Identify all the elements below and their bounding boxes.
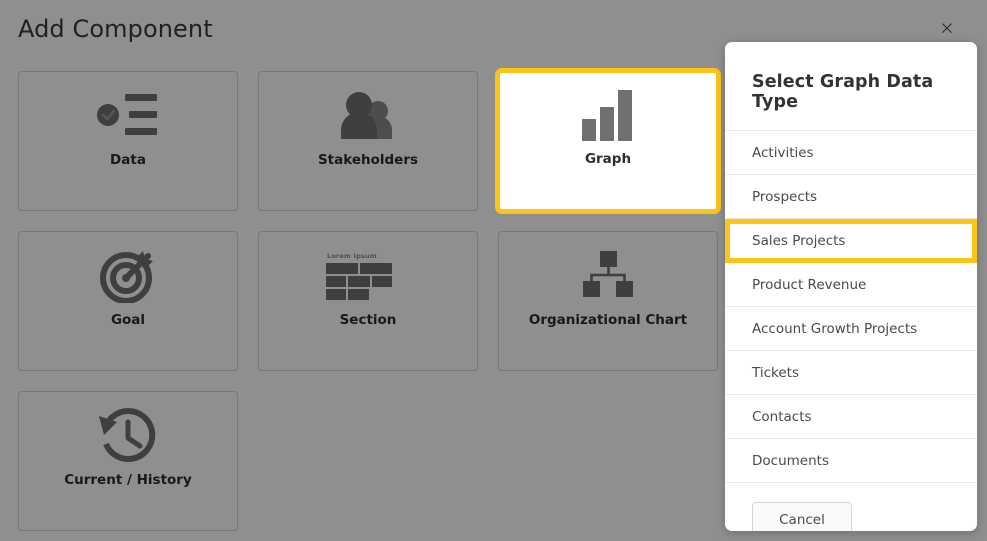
option-sales-projects[interactable]: Sales Projects xyxy=(725,219,977,263)
popover-title: Select Graph Data Type xyxy=(725,42,977,131)
page-right-gutter xyxy=(977,0,987,541)
component-card-graph[interactable]: Graph xyxy=(495,68,721,214)
option-label: Documents xyxy=(752,452,829,469)
option-product-revenue[interactable]: Product Revenue xyxy=(725,263,977,307)
option-tickets[interactable]: Tickets xyxy=(725,351,977,395)
component-card-goal[interactable]: Goal xyxy=(18,231,238,371)
option-label: Prospects xyxy=(752,188,818,205)
component-card-section[interactable]: Lorem Ipsum Section xyxy=(258,231,478,371)
component-card-stakeholders[interactable]: Stakeholders xyxy=(258,71,478,211)
checklist-icon xyxy=(19,72,237,152)
component-card-organizational-chart[interactable]: Organizational Chart xyxy=(498,231,718,371)
page-title: Add Component xyxy=(18,15,213,43)
component-card-label: Current / History xyxy=(64,472,192,488)
option-label: Product Revenue xyxy=(752,276,867,293)
option-documents[interactable]: Documents xyxy=(725,439,977,483)
option-label: Activities xyxy=(752,144,814,161)
component-card-data[interactable]: Data xyxy=(18,71,238,211)
component-card-label: Section xyxy=(339,312,397,328)
component-card-current-history[interactable]: Current / History xyxy=(18,391,238,531)
component-card-label: Data xyxy=(110,152,146,168)
history-icon xyxy=(19,392,237,472)
component-card-label: Goal xyxy=(110,312,146,328)
option-label: Account Growth Projects xyxy=(752,320,918,337)
popover-footer: Cancel xyxy=(725,483,977,531)
section-icon-caption: Lorem Ipsum xyxy=(327,252,377,260)
target-icon xyxy=(19,232,237,312)
people-icon xyxy=(259,72,477,152)
option-account-growth-projects[interactable]: Account Growth Projects xyxy=(725,307,977,351)
graph-data-type-option-list: Activities Prospects Sales Projects Prod… xyxy=(725,131,977,483)
option-label: Sales Projects xyxy=(752,233,846,249)
bar-chart-icon xyxy=(498,71,718,151)
org-chart-icon xyxy=(499,232,717,312)
section-icon: Lorem Ipsum xyxy=(259,232,477,312)
close-icon[interactable]: × xyxy=(935,16,959,40)
option-contacts[interactable]: Contacts xyxy=(725,395,977,439)
component-card-label: Graph xyxy=(584,151,632,167)
component-card-label: Organizational Chart xyxy=(528,312,688,328)
screen: Add Component × Data Stakeholders Graph … xyxy=(0,0,987,541)
select-graph-data-type-popover: Select Graph Data Type Activities Prospe… xyxy=(725,42,977,531)
option-label: Tickets xyxy=(752,364,799,381)
component-card-label: Stakeholders xyxy=(317,152,419,168)
option-prospects[interactable]: Prospects xyxy=(725,175,977,219)
option-label: Contacts xyxy=(752,408,812,425)
option-activities[interactable]: Activities xyxy=(725,131,977,175)
cancel-button[interactable]: Cancel xyxy=(752,502,852,531)
